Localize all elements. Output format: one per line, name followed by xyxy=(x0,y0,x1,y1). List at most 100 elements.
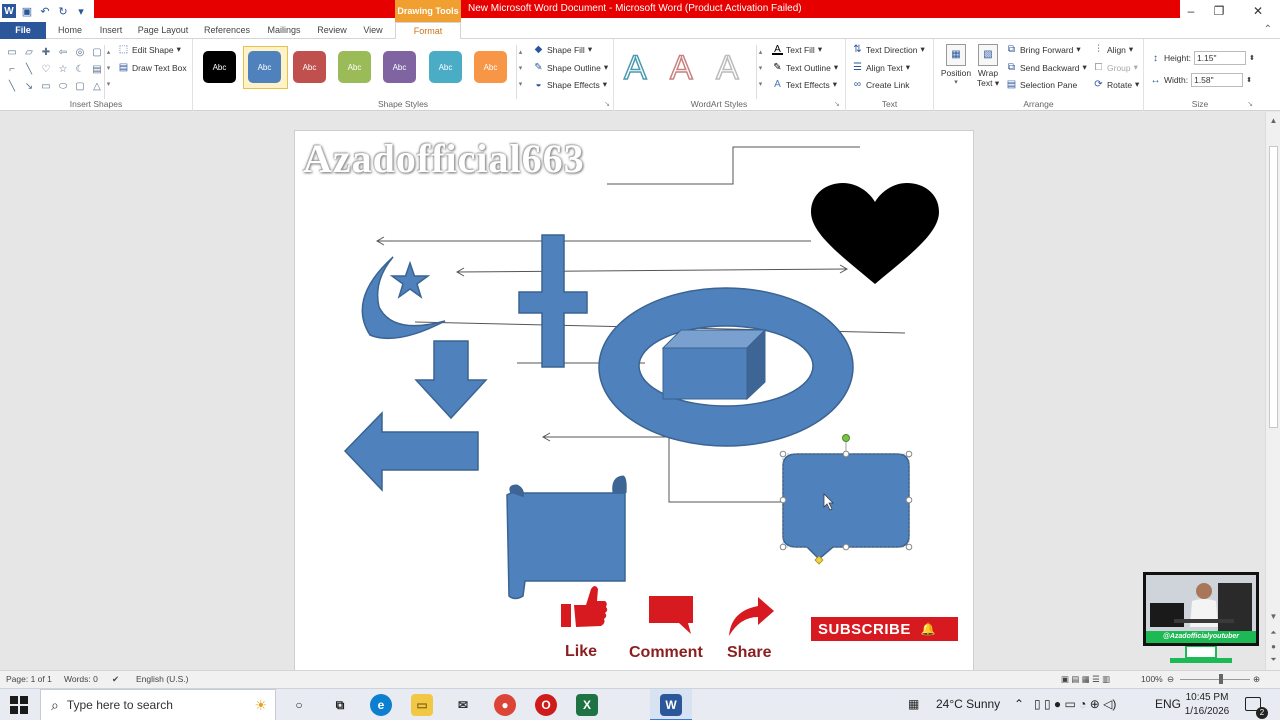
cross-shape-icon[interactable]: ✚ xyxy=(38,45,54,61)
tray-chevron-up-icon[interactable]: ⌃ xyxy=(1014,697,1024,711)
callout-shape-icon[interactable]: ▭ xyxy=(4,45,20,61)
text-fill-button[interactable]: A Text Fill ▾ xyxy=(772,44,822,55)
star-shape[interactable] xyxy=(389,260,431,299)
edit-shape-button[interactable]: ⬚ Edit Shape ▾ xyxy=(118,44,181,55)
zoom-slider-thumb[interactable] xyxy=(1219,674,1223,684)
draw-text-box-button[interactable]: ▤ Draw Text Box xyxy=(118,62,187,73)
taskbar-search-box[interactable]: ⌕ Type here to search ☀ xyxy=(40,689,276,720)
restore-icon[interactable]: ❐ xyxy=(1209,4,1229,18)
mail-icon[interactable]: ✉ xyxy=(452,694,474,716)
shape-outline-button[interactable]: ✎ Shape Outline ▾ xyxy=(533,62,608,73)
word-taskbar-icon[interactable]: W xyxy=(660,694,682,716)
proofing-icon[interactable]: ✔ xyxy=(112,674,119,685)
line-shape-icon[interactable]: ╲ xyxy=(21,62,37,78)
tray-app-icons[interactable]: ▯ ▯ ● ▭ ◔ ⊕ ◁) xyxy=(1034,697,1116,711)
heart-shape-icon[interactable]: ♡ xyxy=(38,62,54,78)
rotate-button[interactable]: ⟳ Rotate ▾ xyxy=(1093,79,1139,90)
dialog-launcher-icon[interactable]: ↘ xyxy=(604,100,610,108)
zoom-slider[interactable] xyxy=(1180,679,1250,680)
document-page[interactable]: Azadofficial663 Like Comment Share SUBSC… xyxy=(294,130,974,670)
clock[interactable]: 10:45 PM 1/16/2026 xyxy=(1182,691,1232,719)
wordart-style-1[interactable]: A xyxy=(623,50,647,86)
wrap-text-button[interactable]: ▧ Wrap Text ▾ xyxy=(974,44,1002,89)
excel-icon[interactable]: X xyxy=(576,694,598,716)
chrome-browser-icon[interactable]: ● xyxy=(494,694,516,716)
position-button[interactable]: ▦ Position ▾ xyxy=(938,44,974,86)
cross-shape[interactable] xyxy=(518,234,588,368)
file-explorer-icon[interactable]: ▭ xyxy=(411,694,433,716)
resize-handle[interactable] xyxy=(779,543,787,551)
tab-home[interactable]: Home xyxy=(52,22,88,39)
rotation-handle[interactable] xyxy=(842,434,850,442)
selection-pane-button[interactable]: ▤ Selection Pane xyxy=(1006,79,1077,90)
wordart-style-3[interactable]: A xyxy=(715,50,739,86)
zoom-level[interactable]: 100% xyxy=(1141,674,1163,684)
height-spinner-icon[interactable]: ⬍ xyxy=(1249,54,1255,62)
minimize-icon[interactable]: – xyxy=(1181,4,1201,18)
rect-shape-icon[interactable]: ▭ xyxy=(38,79,54,95)
resize-handle[interactable] xyxy=(779,496,787,504)
wordart-style-2[interactable]: A xyxy=(669,50,693,86)
height-input[interactable]: 1.15" xyxy=(1193,51,1246,65)
left-arrow-shape-icon[interactable]: ⇦ xyxy=(55,45,71,61)
text-outline-button[interactable]: ✎ Text Outline ▾ xyxy=(772,62,838,73)
scrollbar-thumb[interactable] xyxy=(1269,146,1278,428)
resize-handle[interactable] xyxy=(905,543,913,551)
text-effects-button[interactable]: A Text Effects ▾ xyxy=(772,79,837,90)
zoom-out-icon[interactable]: ⊖ xyxy=(1167,674,1174,685)
previous-page-icon[interactable]: ⏶ xyxy=(1266,628,1280,638)
tab-mailings[interactable]: Mailings xyxy=(262,22,306,39)
elbow-connector-shape-icon[interactable]: ⌐ xyxy=(4,62,20,78)
down-arrow-shape[interactable] xyxy=(414,340,488,420)
align-text-button[interactable]: ☰ Align Text ▾ xyxy=(852,62,910,73)
task-view-icon[interactable]: ⧉ xyxy=(329,694,351,716)
scroll-down-icon[interactable]: ▼ xyxy=(1266,612,1280,621)
tab-view[interactable]: View xyxy=(358,22,388,39)
triangle-shape-icon[interactable]: △ xyxy=(89,79,105,95)
line-shape-icon[interactable]: ╲ xyxy=(4,79,20,95)
tab-format[interactable]: Format xyxy=(395,22,461,40)
wordart-more-icon[interactable]: ▴ ▾ ▾ xyxy=(756,45,764,99)
double-arrow-line[interactable] xyxy=(456,268,848,273)
resize-handle[interactable] xyxy=(842,450,850,458)
tab-insert[interactable]: Insert xyxy=(94,22,128,39)
shape-style-swatch[interactable]: Abc xyxy=(429,51,462,83)
width-input[interactable]: 1.58" xyxy=(1191,73,1244,87)
shapes-gallery[interactable]: ▭ ▱ ✚ ⇦ ◎ ▢ ⌐ ╲ ♡ ☆ ☾ ▤ ╲ ↘ ▭ ⬭ ▢ △ xyxy=(4,45,108,95)
star-shape-icon[interactable]: ☆ xyxy=(55,62,71,78)
word-app-icon[interactable]: W xyxy=(2,4,16,18)
left-block-arrow-shape[interactable] xyxy=(343,411,479,492)
bring-forward-button[interactable]: ⧉ Bring Forward ▾ xyxy=(1006,44,1081,55)
arrow-line-shape-icon[interactable]: ↘ xyxy=(21,79,37,95)
shape-style-swatch[interactable]: Abc xyxy=(203,51,236,83)
resize-handle[interactable] xyxy=(905,450,913,458)
page-count[interactable]: Page: 1 of 1 xyxy=(6,674,52,684)
minimize-ribbon-icon[interactable]: ⌃ xyxy=(1264,24,1272,35)
zoom-in-icon[interactable]: ⊕ xyxy=(1253,674,1260,685)
dialog-launcher-icon[interactable]: ↘ xyxy=(834,100,840,108)
save-icon[interactable]: ▣ xyxy=(20,4,34,18)
width-spinner-icon[interactable]: ⬍ xyxy=(1246,76,1252,84)
cube-shape[interactable] xyxy=(662,347,748,400)
customize-qat-icon[interactable]: ▾ xyxy=(74,4,88,18)
edge-browser-icon[interactable]: e xyxy=(370,694,392,716)
next-page-icon[interactable]: ⏷ xyxy=(1266,655,1280,665)
text-box-shape-icon[interactable]: ▤ xyxy=(89,62,105,78)
dialog-launcher-icon[interactable]: ↘ xyxy=(1247,100,1253,108)
oval-shape-icon[interactable]: ⬭ xyxy=(55,79,71,95)
moon-shape[interactable] xyxy=(361,256,446,340)
align-button[interactable]: ⫶ Align ▾ xyxy=(1093,44,1133,55)
shape-style-swatch[interactable]: Abc xyxy=(383,51,416,83)
resize-handle[interactable] xyxy=(842,543,850,551)
tab-page-layout[interactable]: Page Layout xyxy=(134,22,192,39)
word-count[interactable]: Words: 0 xyxy=(64,674,98,684)
scroll-up-icon[interactable]: ▲ xyxy=(1266,116,1280,125)
moon-shape-icon[interactable]: ☾ xyxy=(72,62,88,78)
opera-browser-icon[interactable]: O xyxy=(535,694,557,716)
elbow-connector[interactable] xyxy=(607,146,860,185)
view-buttons[interactable]: ▣ ▤ ▦ ☰ ▥ xyxy=(1061,674,1110,685)
shape-style-swatch[interactable]: Abc xyxy=(293,51,326,83)
text-direction-button[interactable]: ⇅ Text Direction ▾ xyxy=(852,44,924,55)
shape-effects-button[interactable]: ◒ Shape Effects ▾ xyxy=(533,79,607,90)
create-link-button[interactable]: ∞ Create Link xyxy=(852,79,910,90)
